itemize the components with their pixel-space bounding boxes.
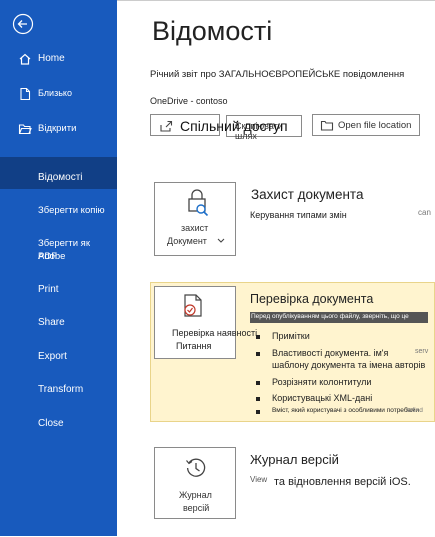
sidebar-item-label: Зберегти копію (38, 205, 105, 216)
sidebar-item-info[interactable]: Відомості (0, 157, 117, 189)
sidebar-item-print[interactable]: Print (0, 283, 117, 299)
sidebar-item-label: Export (38, 351, 67, 362)
sidebar-item-export[interactable]: Export (0, 350, 117, 366)
inspect-item-headers: Розрізняти колонтитули (272, 377, 372, 387)
bullet (256, 335, 260, 339)
file-location: OneDrive - contoso (150, 96, 228, 106)
bullet (256, 352, 260, 356)
sidebar-item-label: Близько (38, 88, 72, 98)
open-file-location-button[interactable]: Open file location (312, 114, 420, 136)
bullet (256, 381, 260, 385)
sidebar-item-open[interactable]: Відкрити (0, 122, 117, 138)
sidebar-item-save-copy[interactable]: Зберегти копію (0, 204, 117, 220)
new-document-icon (20, 87, 31, 101)
inspect-item-accessibility: Вміст, який користувачі з особливими пот… (272, 407, 420, 414)
sidebar-item-label: Відомості (38, 172, 83, 183)
inspect-cut-serv: serv (415, 348, 429, 355)
sidebar-item-label: Print (38, 284, 59, 295)
back-arrow-icon[interactable] (12, 13, 34, 35)
sidebar-item-close[interactable]: Close (0, 417, 117, 433)
check-for-issues-label-1[interactable]: Перевірка наявності (172, 328, 257, 338)
inspect-item-comments: Примітки (272, 331, 310, 341)
version-history-button[interactable]: Журнал версій (154, 447, 236, 519)
folder-open-icon (18, 124, 32, 135)
sidebar-item-label: Transform (38, 384, 84, 395)
version-history-desc: та відновлення версій iOS. (274, 476, 411, 488)
version-history-title: Журнал версій (250, 452, 339, 467)
history-clock-icon (186, 458, 206, 477)
inspect-item-properties: Властивості документа. ім'я (272, 348, 389, 358)
protect-document-button[interactable]: захист Документ (154, 182, 236, 256)
sidebar-item-home[interactable]: Home (0, 52, 117, 68)
protect-document-title: Захист документа (251, 187, 364, 202)
inspect-item-xml: Користувацькі XML-дані (272, 393, 373, 403)
file-name: Річний звіт про ЗАГАЛЬНОЄВРОПЕЙСЬКЕ пові… (150, 69, 405, 80)
folder-icon (320, 120, 334, 131)
share-button-label[interactable]: Спільний доступ (180, 118, 288, 134)
bullet (256, 410, 260, 414)
lock-search-icon (188, 189, 209, 216)
inspect-cut-tofind: tofind (407, 407, 423, 414)
sidebar-item-save-adobe-pdf[interactable]: Зберегти як Adobe PDF (0, 237, 117, 265)
sidebar-item-label: Home (38, 53, 65, 64)
chevron-down-icon (217, 238, 225, 243)
document-check-icon (184, 294, 202, 317)
sidebar: Home Близько Відкрити Відомості Зберегти… (0, 0, 117, 536)
inspect-item-properties-2: шаблону документа та імена авторів (272, 360, 426, 370)
protect-cut-text: can (418, 208, 431, 217)
page-title: Відомості (152, 16, 273, 46)
sidebar-item-share[interactable]: Share (0, 316, 117, 332)
check-for-issues-label-2[interactable]: Питання (176, 341, 211, 351)
inspect-document-title: Перевірка документа (250, 292, 374, 306)
sidebar-item-label: PDF (38, 251, 57, 262)
sidebar-item-label: Share (38, 317, 65, 328)
version-history-view: View (250, 475, 268, 484)
share-icon (160, 120, 173, 132)
home-icon (19, 53, 31, 65)
protect-document-desc: Керування типами змін (250, 210, 347, 220)
sidebar-item-transform[interactable]: Transform (0, 383, 117, 399)
sidebar-item-label: Close (38, 418, 64, 429)
sidebar-item-label: Відкрити (38, 123, 77, 134)
inspect-document-desc: Перед опублікуванням цього файлу, зверні… (251, 313, 409, 320)
sidebar-item-new[interactable]: Близько (0, 87, 117, 103)
bullet (256, 397, 260, 401)
